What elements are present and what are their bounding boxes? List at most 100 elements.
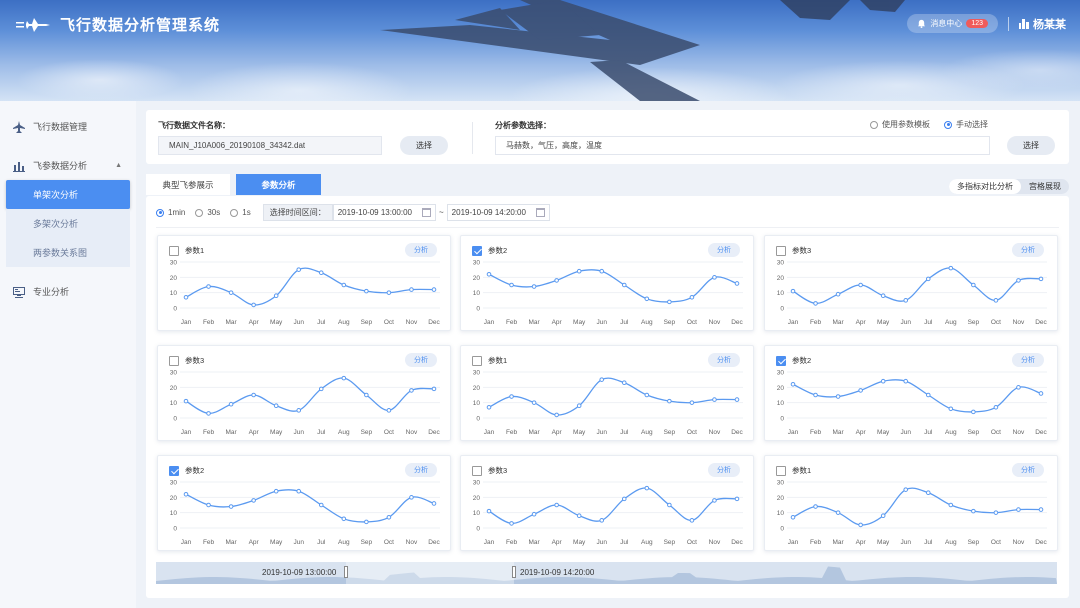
- y-tick-label: 0: [173, 416, 177, 423]
- end-time-input[interactable]: 2019-10-09 14:20:00: [446, 204, 550, 221]
- param-checkbox[interactable]: [776, 355, 786, 366]
- app-logo[interactable]: 飞行数据分析管理系统: [16, 14, 220, 35]
- y-tick-label: 20: [170, 275, 178, 282]
- tab-typical-params[interactable]: 典型飞参展示: [146, 174, 230, 195]
- y-tick-label: 10: [473, 510, 481, 517]
- data-point: [296, 488, 302, 494]
- param-checkbox[interactable]: [472, 245, 482, 256]
- data-point: [318, 386, 324, 392]
- param-select-field[interactable]: 马赫数，气压，高度，温度: [495, 136, 990, 155]
- x-tick-label: May: [573, 319, 586, 326]
- file-name-field[interactable]: MAIN_J10A006_20190108_34342.dat: [158, 136, 382, 155]
- x-tick-label: Jun: [900, 319, 911, 326]
- radio-selected-icon: [944, 120, 952, 129]
- sidebar-item-flight-data[interactable]: 飞行数据管理: [0, 112, 136, 141]
- analyze-button[interactable]: 分析: [405, 353, 437, 367]
- param-checkbox[interactable]: [472, 465, 482, 476]
- analyze-button[interactable]: 分析: [1012, 353, 1044, 367]
- x-tick-label: Sep: [361, 539, 373, 546]
- user-menu[interactable]: 杨某某: [1019, 16, 1066, 32]
- x-tick-label: Jul: [317, 429, 326, 436]
- data-point: [948, 502, 954, 508]
- data-point: [576, 268, 582, 274]
- x-tick-label: Feb: [810, 539, 822, 546]
- x-tick-label: Jan: [181, 429, 192, 436]
- x-tick-label: Sep: [361, 319, 373, 326]
- x-tick-label: Feb: [203, 319, 215, 326]
- x-tick-label: Dec: [731, 429, 743, 436]
- y-tick-label: 0: [476, 526, 480, 533]
- param-checkbox[interactable]: [169, 465, 179, 476]
- message-center-button[interactable]: 消息中心 123: [907, 14, 998, 33]
- x-tick-label: Jun: [293, 539, 304, 546]
- data-point: [993, 510, 999, 515]
- data-point: [880, 293, 886, 299]
- param-checkbox[interactable]: [776, 465, 786, 476]
- data-point: [206, 502, 211, 508]
- analyze-button[interactable]: 分析: [1012, 243, 1044, 257]
- y-tick-label: 20: [170, 385, 178, 392]
- view-mode-compare[interactable]: 多指标对比分析: [949, 179, 1021, 194]
- param-name: 参数3: [792, 246, 812, 255]
- analyze-button[interactable]: 分析: [708, 353, 740, 367]
- param-checkbox[interactable]: [169, 245, 179, 256]
- x-tick-label: Feb: [203, 429, 215, 436]
- chart-card-header: 参数1: [472, 355, 507, 366]
- analyze-button[interactable]: 分析: [708, 243, 740, 257]
- end-time-value: 2019-10-09 14:20:00: [451, 208, 526, 217]
- x-tick-label: Jan: [484, 429, 495, 436]
- data-point: [486, 508, 492, 514]
- param-name: 参数1: [488, 356, 508, 365]
- data-point: [971, 508, 976, 514]
- data-point: [228, 504, 234, 509]
- interval-1s-radio[interactable]: 1s: [230, 208, 251, 217]
- template-mode-radio[interactable]: 使用参数模板: [870, 119, 930, 130]
- timeline-end-label: 2019-10-09 14:20:00: [520, 568, 595, 577]
- interval-30s-radio[interactable]: 30s: [195, 208, 220, 217]
- x-tick-label: Aug: [641, 429, 653, 436]
- data-point: [364, 288, 369, 294]
- sidebar-subitem-multi-sortie[interactable]: 多架次分析: [6, 209, 130, 238]
- chart-card: 参数1 分析 30 20 10 0 Jan Feb Mar Apr May Jun Jul Aug Sep O…: [460, 345, 754, 441]
- tab-param-analysis[interactable]: 参数分析: [236, 174, 321, 195]
- file-select-button[interactable]: 选择: [400, 136, 448, 155]
- timeline-brush[interactable]: 2019-10-09 13:00:00 2019-10-09 14:20:00: [156, 562, 1057, 584]
- x-tick-label: Apr: [552, 319, 563, 326]
- interval-1min-radio[interactable]: 1min: [156, 208, 185, 217]
- param-checkbox[interactable]: [472, 355, 482, 366]
- param-checkbox[interactable]: [776, 245, 786, 256]
- chart-card-header: 参数2: [472, 245, 507, 256]
- view-mode-grid[interactable]: 宫格展现: [1021, 179, 1069, 194]
- param-checkbox[interactable]: [169, 355, 179, 366]
- y-tick-label: 30: [777, 260, 785, 267]
- x-tick-label: Sep: [968, 319, 980, 326]
- calendar-icon[interactable]: [422, 208, 431, 217]
- timeline-end-handle[interactable]: [512, 566, 516, 578]
- x-tick-label: Jan: [788, 539, 799, 546]
- y-tick-label: 30: [473, 480, 481, 487]
- sidebar-item-professional[interactable]: 专业分析: [0, 277, 136, 306]
- chart-card-header: 参数3: [776, 245, 811, 256]
- timeline-start-handle[interactable]: [344, 566, 348, 578]
- sidebar-subitem-two-param[interactable]: 两参数关系图: [6, 238, 130, 267]
- sidebar-subitem-single-sortie[interactable]: 单架次分析: [6, 180, 130, 209]
- param-select-button[interactable]: 选择: [1007, 136, 1055, 155]
- sidebar-item-param-analysis[interactable]: 飞参数据分析 ▲: [0, 151, 136, 180]
- manual-mode-radio[interactable]: 手动选择: [944, 119, 988, 130]
- data-point: [621, 380, 627, 386]
- analyze-button[interactable]: 分析: [405, 463, 437, 477]
- analyze-button[interactable]: 分析: [1012, 463, 1044, 477]
- x-tick-label: Nov: [1013, 539, 1025, 546]
- data-point: [318, 502, 324, 508]
- calendar-icon[interactable]: [535, 208, 545, 217]
- line-chart: 30 20 10 0 Jan Feb Mar Apr May Jun Jul Aug Sep Oct Nov…: [473, 370, 744, 437]
- analyze-button[interactable]: 分析: [708, 463, 740, 477]
- chart-card: 参数2 分析 30 20 10 0 Jan Feb Mar Apr May Jun Jul Aug Sep O…: [764, 345, 1058, 441]
- data-point: [790, 514, 796, 520]
- analyze-button[interactable]: 分析: [405, 243, 437, 257]
- data-point: [273, 293, 279, 299]
- start-time-input[interactable]: 2019-10-09 13:00:00: [332, 204, 436, 221]
- line-chart: 30 20 10 0 Jan Feb Mar Apr May Jun Jul Aug Sep Oct Nov…: [777, 480, 1048, 547]
- x-tick-label: Jun: [900, 539, 911, 546]
- data-point: [993, 404, 999, 410]
